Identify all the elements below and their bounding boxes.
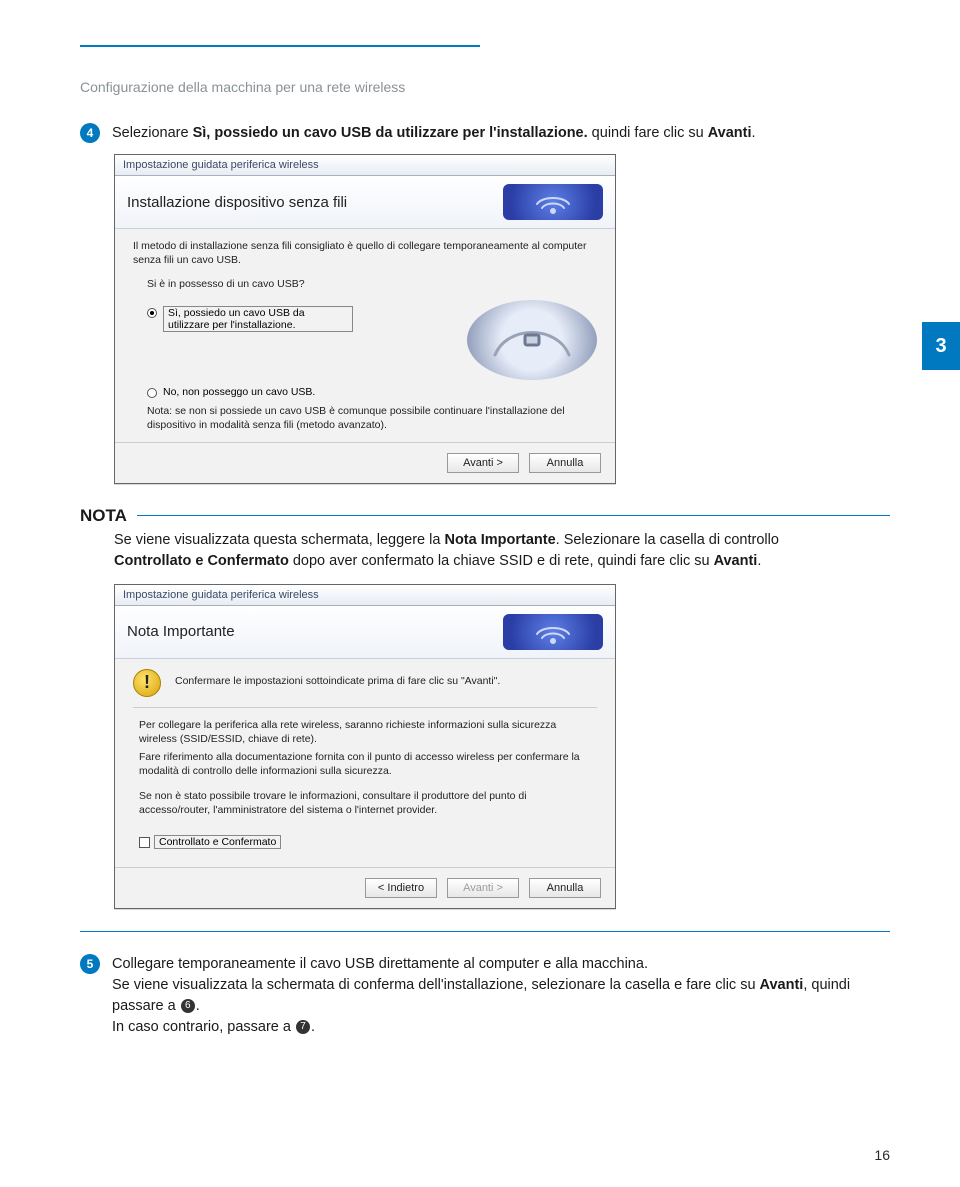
- radio-yes[interactable]: [147, 308, 157, 318]
- next-button-disabled: Avanti >: [447, 878, 519, 898]
- section-title: Configurazione della macchina per una re…: [80, 79, 890, 95]
- p3: Se non è stato possibile trovare le info…: [139, 789, 597, 817]
- next-button[interactable]: Avanti >: [447, 453, 519, 473]
- wizard-usb: Impostazione guidata periferica wireless…: [114, 154, 616, 484]
- t: Avanti: [708, 125, 752, 141]
- wireless-icon: [503, 614, 603, 650]
- cancel-button[interactable]: Annulla: [529, 453, 601, 473]
- wizard-header: Installazione dispositivo senza fili: [115, 176, 615, 229]
- t: Avanti: [760, 977, 804, 993]
- t: dopo aver confermato la chiave SSID e di…: [289, 553, 714, 569]
- t: Se viene visualizzata questa schermata, …: [114, 532, 444, 548]
- t: Controllato e Confermato: [114, 553, 289, 569]
- step-number-4: 4: [80, 123, 100, 143]
- p1: Per collegare la periferica alla rete wi…: [139, 718, 597, 746]
- wizard-title: Installazione dispositivo senza fili: [127, 194, 347, 211]
- t: .: [311, 1019, 315, 1035]
- nota-label: NOTA: [80, 506, 127, 526]
- confirm-checkbox[interactable]: [139, 837, 150, 848]
- wizard2-header: Nota Importante: [115, 606, 615, 659]
- top-rule: [80, 45, 480, 47]
- t: Nota Importante: [444, 532, 555, 548]
- checkbox-row[interactable]: Controllato e Confermato: [139, 835, 597, 849]
- t: Selezionare: [112, 125, 193, 141]
- wizard2-titlebar: Impostazione guidata periferica wireless: [115, 585, 615, 606]
- chapter-tab: 3: [922, 322, 960, 370]
- nota-heading: NOTA: [80, 506, 890, 526]
- step-4-text: Selezionare Sì, possiedo un cavo USB da …: [112, 123, 890, 144]
- wizard-question: Si è in possesso di un cavo USB?: [147, 277, 597, 291]
- ref-6: 6: [181, 999, 195, 1013]
- radio-yes-label: Sì, possiedo un cavo USB da utilizzare p…: [163, 306, 353, 332]
- nota-body: Se viene visualizzata questa schermata, …: [114, 530, 890, 572]
- t: . Selezionare la casella di controllo: [556, 532, 779, 548]
- wireless-icon: [503, 184, 603, 220]
- radio-yes-row[interactable]: Sì, possiedo un cavo USB da utilizzare p…: [147, 306, 353, 332]
- t: Collegare temporaneamente il cavo USB di…: [112, 956, 648, 972]
- wizard2-body: ! Confermare le impostazioni sottoindica…: [115, 659, 615, 867]
- t: .: [196, 998, 200, 1014]
- radio-no-label: No, non posseggo un cavo USB.: [163, 386, 315, 398]
- wizard-body: Il metodo di installazione senza fili co…: [115, 229, 615, 442]
- wizard-note: Nota: se non si possiede un cavo USB è c…: [147, 404, 567, 432]
- radio-no[interactable]: [147, 388, 157, 398]
- t: quindi fare clic su: [588, 125, 708, 141]
- wizard2-title: Nota Importante: [127, 623, 235, 640]
- step-number-5: 5: [80, 954, 100, 974]
- cancel-button[interactable]: Annulla: [529, 878, 601, 898]
- t: In caso contrario, passare a: [112, 1019, 295, 1035]
- t: Avanti: [714, 553, 758, 569]
- step-5: 5 Collegare temporaneamente il cavo USB …: [80, 954, 890, 1038]
- p2: Fare riferimento alla documentazione for…: [139, 750, 597, 778]
- step-5-text: Collegare temporaneamente il cavo USB di…: [112, 954, 890, 1038]
- t: .: [757, 553, 761, 569]
- ref-7: 7: [296, 1020, 310, 1034]
- wizard-footer: Avanti > Annulla: [115, 442, 615, 483]
- wizard-titlebar: Impostazione guidata periferica wireless: [115, 155, 615, 176]
- checkbox-label: Controllato e Confermato: [154, 835, 281, 849]
- nota-rule: [137, 515, 890, 516]
- wizard-intro: Il metodo di installazione senza fili co…: [133, 239, 597, 267]
- nota-bottom-rule: [80, 931, 890, 932]
- t: Sì, possiedo un cavo USB da utilizzare p…: [193, 125, 588, 141]
- step-4: 4 Selezionare Sì, possiedo un cavo USB d…: [80, 123, 890, 144]
- usb-cable-icon: [467, 300, 597, 380]
- wizard2-confirm: Confermare le impostazioni sottoindicate…: [175, 674, 500, 688]
- back-button[interactable]: < Indietro: [365, 878, 437, 898]
- t: Se viene visualizzata la schermata di co…: [112, 977, 760, 993]
- page-number: 16: [874, 1147, 890, 1163]
- wizard2-footer: < Indietro Avanti > Annulla: [115, 867, 615, 908]
- t: .: [752, 125, 756, 141]
- radio-no-row[interactable]: No, non posseggo un cavo USB.: [147, 386, 597, 398]
- alert-icon: !: [133, 669, 161, 697]
- wizard-nota: Impostazione guidata periferica wireless…: [114, 584, 616, 909]
